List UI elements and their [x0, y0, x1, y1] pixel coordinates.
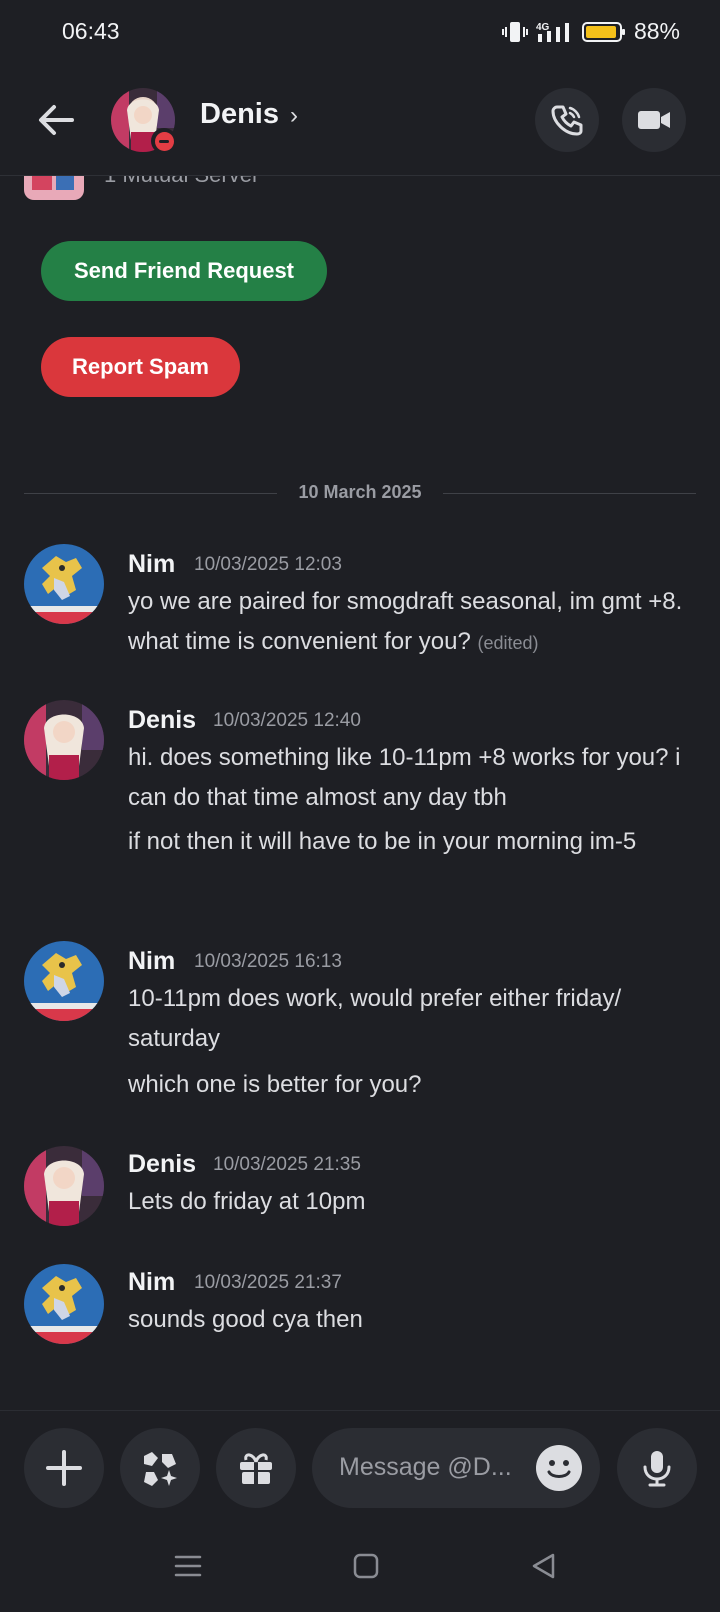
- system-navigation-bar: [0, 1518, 720, 1612]
- message-timestamp: 10/03/2025 16:13: [194, 951, 342, 972]
- date-divider: 10 March 2025: [24, 482, 696, 504]
- back-triangle-icon[interactable]: [530, 1552, 558, 1580]
- chat-header: Denis ›: [0, 66, 720, 176]
- gift-button[interactable]: [216, 1428, 296, 1508]
- voice-call-button[interactable]: [535, 88, 599, 152]
- video-call-button[interactable]: [622, 88, 686, 152]
- pixel-creature-avatar-icon: [24, 544, 104, 624]
- message-line: yo we are paired for smogdraft seasonal,…: [128, 588, 683, 655]
- message-author[interactable]: Nim: [128, 550, 175, 579]
- microphone-icon: [643, 1451, 671, 1487]
- message-author[interactable]: Denis: [128, 1150, 196, 1179]
- avatar[interactable]: [24, 700, 104, 780]
- message-timestamp: 10/03/2025 12:40: [213, 710, 361, 731]
- video-camera-icon: [638, 111, 670, 129]
- header-username[interactable]: Denis: [200, 98, 279, 131]
- battery-percent: 88%: [633, 18, 680, 44]
- message-timestamp: 10/03/2025 21:35: [213, 1154, 361, 1175]
- voice-message-button[interactable]: [617, 1428, 697, 1508]
- message-input-placeholder: Message @D...: [339, 1453, 512, 1481]
- plus-icon: [46, 1450, 82, 1486]
- status-time: 06:43: [62, 18, 120, 44]
- anime-avatar-icon: [24, 1146, 104, 1226]
- pixel-creature-avatar-icon: [24, 1264, 104, 1344]
- avatar[interactable]: [24, 1264, 104, 1344]
- add-attachment-button[interactable]: [24, 1428, 104, 1508]
- message-text: if not then it will have to be in your m…: [128, 828, 637, 855]
- emoji-picker-button[interactable]: [536, 1445, 582, 1491]
- chevron-right-icon[interactable]: ›: [290, 102, 298, 130]
- apps-icon: [144, 1452, 177, 1486]
- smiley-icon: [547, 1460, 571, 1478]
- mutual-server-row[interactable]: 1 Mutual Server: [0, 176, 720, 206]
- gift-icon: [240, 1453, 272, 1484]
- recents-menu-icon[interactable]: [174, 1552, 202, 1580]
- dnd-status-icon: [151, 128, 177, 154]
- message-text: sounds good cya then: [128, 1306, 363, 1333]
- message-text: 10-11pm does work, would prefer either f…: [128, 985, 622, 1052]
- message-text: Lets do friday at 10pm: [128, 1188, 366, 1215]
- server-icon: [24, 176, 84, 200]
- apps-button[interactable]: [120, 1428, 200, 1508]
- back-arrow-icon[interactable]: [36, 100, 76, 140]
- avatar[interactable]: [24, 1146, 104, 1226]
- message-author[interactable]: Denis: [128, 706, 196, 735]
- message-author[interactable]: Nim: [128, 1268, 175, 1297]
- vibrate-icon: [501, 21, 528, 42]
- pixel-creature-avatar-icon: [24, 941, 104, 1021]
- report-spam-button[interactable]: Report Spam: [41, 337, 240, 397]
- status-icons: 4G 88%: [501, 18, 680, 45]
- avatar[interactable]: [24, 544, 104, 624]
- mutual-server-text: 1 Mutual Server: [104, 176, 259, 188]
- message-text: hi. does something like 10-11pm +8 works…: [128, 744, 681, 811]
- phone-icon: [551, 105, 583, 136]
- signal-icon: 4G: [536, 22, 569, 42]
- message-composer: Message @D...: [0, 1410, 720, 1518]
- send-friend-request-button[interactable]: Send Friend Request: [41, 241, 327, 301]
- home-square-icon[interactable]: [352, 1552, 380, 1580]
- message-author[interactable]: Nim: [128, 947, 175, 976]
- message-timestamp: 10/03/2025 21:37: [194, 1272, 342, 1293]
- anime-avatar-icon: [24, 700, 104, 780]
- status-bar: 06:43 4G 88%: [0, 0, 720, 66]
- avatar[interactable]: [24, 941, 104, 1021]
- battery-icon: [581, 21, 625, 42]
- divider-date: 10 March 2025: [298, 482, 422, 502]
- message-input[interactable]: Message @D...: [312, 1428, 600, 1508]
- message-text: yo we are paired for smogdraft seasonal,…: [128, 582, 698, 663]
- edited-label: (edited): [477, 633, 539, 653]
- message-text: which one is better for you?: [128, 1071, 422, 1098]
- message-timestamp: 10/03/2025 12:03: [194, 554, 342, 575]
